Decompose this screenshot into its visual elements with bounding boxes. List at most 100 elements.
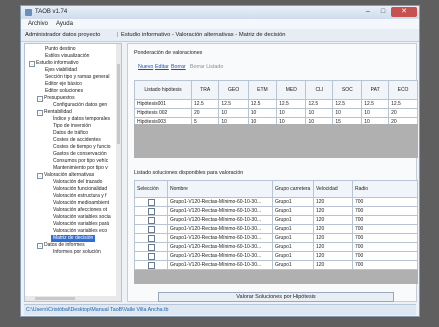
radius: 700 [352,251,418,261]
tree-item[interactable]: Valoración del trazado [53,179,102,186]
road-group: Grupo1 [272,251,314,261]
selection-checkbox[interactable] [147,234,155,242]
menu-bar: Archivo Ayuda [21,19,419,29]
app-window: TAOB v1.74 – □ ✕ Archivo Ayuda Administr… [20,5,420,317]
scrollbar-thumb[interactable] [117,64,120,144]
column-header: TRA [190,80,220,100]
table-cell: 12.5 [190,99,220,109]
table-row[interactable]: Hipótesis 002 20 10 10 10 10 10 10 20 [134,108,418,118]
table-cell: 10 [332,108,363,118]
hypothesis-name: Hipótesis 002 [134,108,192,118]
selection-checkbox[interactable] [147,207,155,215]
tree-item[interactable]: Mantenimiento por tipo v [53,165,108,172]
speed: 120 [313,224,353,234]
radius: 700 [352,242,418,252]
tree-item[interactable]: Informes por solución [53,249,101,256]
tree-item[interactable]: Editor eje básico [45,81,82,88]
column-header: Grupo carretera [272,180,314,198]
tree-item[interactable]: Configuración datos gen [53,102,107,109]
solution-name: Grupo1-V120-Rectas-Mínimo-60-10-30... [167,242,273,252]
table-cell: 20 [388,108,418,118]
tree-item[interactable]: Datos de informes [44,242,85,249]
table-cell: 10 [218,108,249,118]
table-row[interactable]: Grupo1-V120-Rectas-Mínimo-60-10-30... Gr… [134,260,418,270]
scrollbar-thumb[interactable] [35,297,75,300]
selection-checkbox[interactable] [147,243,155,251]
tree-expander-icon[interactable]: - [37,243,43,249]
navigation-tree[interactable]: Punto destino Estilos visualización - Es… [24,43,122,302]
tree-vertical-scrollbar[interactable] [116,44,121,301]
table-row[interactable]: Grupo1-V120-Rectas-Mínimo-60-10-30... Gr… [134,215,418,225]
table-row[interactable]: Grupo1-V120-Rectas-Mínimo-60-10-30... Gr… [134,224,418,234]
tree-item[interactable]: Valoración afecciones ot [53,207,107,214]
tree-item[interactable]: Índice y datos temporales [53,116,110,123]
tree-item[interactable]: Valoración variables socia [53,214,111,221]
hypothesis-name: Hipótesis001 [134,99,192,109]
tree-item[interactable]: Estudio informativo [36,60,79,67]
status-bar: C:\Users\Cristóbal\Desktop\Manual TaoB\V… [24,304,416,315]
tree-item[interactable]: Valoración variables pará [53,221,109,228]
tree-item[interactable]: Rentabilidad [44,109,72,116]
speed: 120 [313,215,353,225]
tree-horizontal-scrollbar[interactable] [25,296,116,301]
table-row[interactable]: Hipótesis001 12.5 12.5 12.5 12.5 12.5 12… [134,99,418,109]
edit-link[interactable]: Editar [155,64,169,70]
tree-item[interactable]: Valoración medioambient [53,200,109,207]
tree-item[interactable]: Valoración alternativas [44,172,94,179]
tree-expander-icon[interactable]: - [37,96,43,102]
delete-link[interactable]: Borrar [171,64,186,70]
tree-item[interactable]: Editor soluciones [45,88,83,95]
new-link[interactable]: Nuevo [138,64,153,70]
validate-solutions-button[interactable]: Valorar Soluciones por Hipótesis [158,292,394,302]
column-header: Radio [352,180,418,198]
table-row[interactable]: Grupo1-V120-Rectas-Mínimo-60-10-30... Gr… [134,197,418,207]
speed: 120 [313,242,353,252]
tree-item[interactable]: Ejes viabilidad [45,67,77,74]
solutions-table-empty-area [134,270,418,284]
radius: 700 [352,224,418,234]
tree-item[interactable]: Sección tipo y ramas general [45,74,109,81]
maximize-button[interactable]: □ [376,7,390,17]
tree-item[interactable]: Datos de tráfico [53,130,88,137]
selection-checkbox[interactable] [147,225,155,233]
minimize-button[interactable]: – [361,7,375,17]
selection-checkbox[interactable] [147,198,155,206]
tree-item[interactable]: Presupuestos [44,95,75,102]
tree-item[interactable]: Punto destino [45,46,76,53]
title-bar: TAOB v1.74 – □ ✕ [21,6,419,20]
table-cell: 12.5 [276,99,307,109]
tree-item[interactable]: Gastos de conservación [53,151,107,158]
selection-checkbox[interactable] [147,216,155,224]
tree-item[interactable]: Valoración funcionalidad [53,186,107,193]
solutions-table[interactable]: Selección Nombre Grupo carretera Velocid… [134,180,418,270]
menu-archivo[interactable]: Archivo [28,21,48,27]
table-row[interactable]: Grupo1-V120-Rectas-Mínimo-60-10-30... Gr… [134,233,418,243]
table-cell: 10 [276,108,307,118]
tree-expander-icon[interactable]: - [29,61,35,67]
tree-item[interactable]: Consumos por tipo vehíc [53,158,108,165]
speed: 120 [313,197,353,207]
selection-checkbox[interactable] [147,261,155,269]
table-row[interactable]: Grupo1-V120-Rectas-Mínimo-60-10-30... Gr… [134,251,418,261]
tree-item[interactable]: Valoración variables eco [53,228,107,235]
tree-item[interactable]: Costes de tiempo y funcio [53,144,111,151]
tree-expander-icon[interactable]: - [37,173,43,179]
weights-table[interactable]: Listado hipótesis TRA GEO ETM MED CLI SO… [134,80,418,127]
tree-expander-icon[interactable]: - [37,110,43,116]
tree-item[interactable]: Tipo de inversión [53,123,91,130]
radius: 700 [352,197,418,207]
selection-checkbox[interactable] [147,252,155,260]
close-button[interactable]: ✕ [391,7,417,17]
table-row[interactable]: Grupo1-V120-Rectas-Mínimo-60-10-30... Gr… [134,206,418,216]
table-row[interactable]: Grupo1-V120-Rectas-Mínimo-60-10-30... Gr… [134,242,418,252]
tree-item-selected[interactable]: Matriz de decisión [51,235,96,242]
tab-project-admin[interactable]: Administrador datos proyecto [25,32,100,38]
menu-ayuda[interactable]: Ayuda [56,21,73,27]
table-cell: 10 [305,108,334,118]
delete-list-link[interactable]: Borrar Listado [190,64,223,70]
tree-item[interactable]: Costes de accidentes [53,137,101,144]
tab-decision-matrix[interactable]: Estudio informativo - Valoración alterna… [121,32,286,38]
tree-item[interactable]: Valoración estructura y f [53,193,107,200]
column-header: GEO [218,80,249,100]
tree-item[interactable]: Estilos visualización [45,53,89,60]
